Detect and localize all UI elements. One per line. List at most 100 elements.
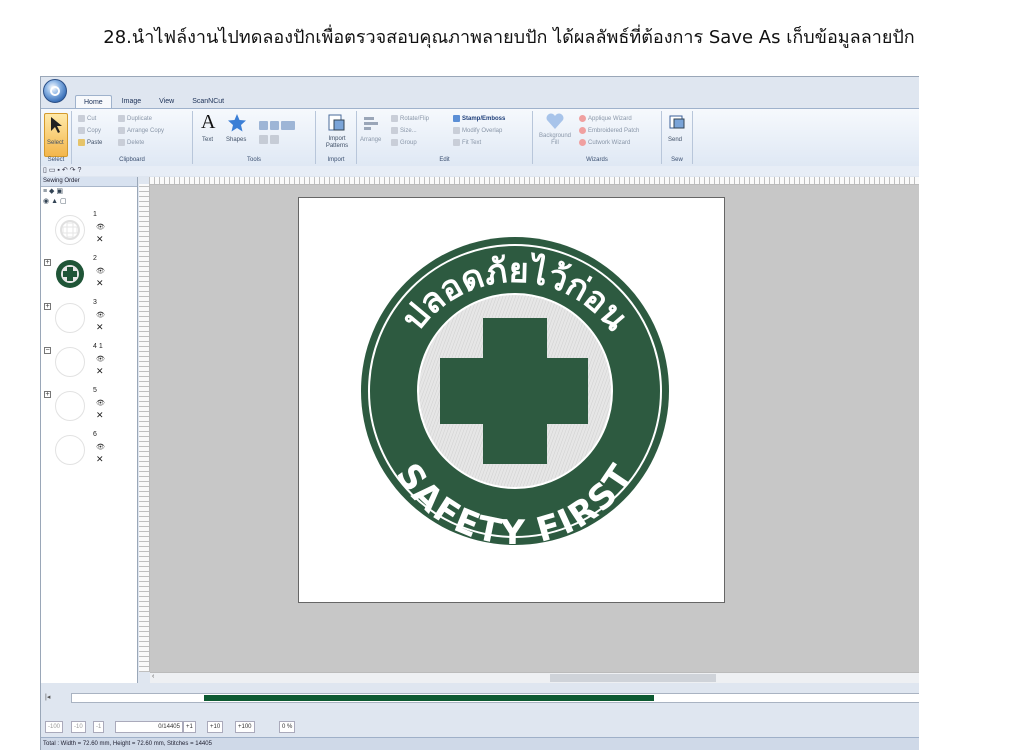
background-fill-icon[interactable] bbox=[545, 113, 565, 131]
applique-wizard-button[interactable]: Applique Wizard bbox=[579, 115, 632, 122]
import-group-label: Import bbox=[327, 157, 345, 163]
stitch-progress-track[interactable] bbox=[71, 693, 919, 703]
open-file-icon[interactable]: ▭ bbox=[49, 167, 56, 174]
thumbnail-5 bbox=[55, 391, 85, 421]
design-canvas-area[interactable]: ปลอดภัยไว้ก่อน SAFETY FIRST bbox=[150, 185, 919, 672]
tab-home[interactable]: Home bbox=[75, 95, 112, 109]
rotate-flip-button[interactable]: Rotate/Flip bbox=[391, 115, 429, 122]
cross-horizontal-bar bbox=[440, 358, 588, 424]
zoom-in-icon[interactable] bbox=[259, 121, 268, 131]
color-icon[interactable]: ◆ bbox=[49, 188, 54, 195]
visibility-eye-icon[interactable]: 👁 bbox=[96, 355, 105, 363]
visibility-eye-icon[interactable]: 👁 bbox=[96, 443, 105, 451]
delete-label: Delete bbox=[127, 140, 145, 147]
sewing-order-item-3[interactable]: + 3 👁 ✕ bbox=[41, 299, 137, 343]
arrange-icon[interactable] bbox=[363, 115, 379, 131]
expand-icon[interactable]: + bbox=[44, 259, 51, 266]
scroll-left-icon[interactable]: ‹ bbox=[152, 673, 154, 680]
import-patterns-icon[interactable] bbox=[326, 113, 346, 133]
zoom-out-icon[interactable] bbox=[270, 121, 279, 131]
send-label: Send bbox=[668, 137, 683, 143]
cutwork-wizard-button[interactable]: Cutwork Wizard bbox=[579, 139, 630, 146]
new-file-icon[interactable]: ▯ bbox=[43, 167, 47, 174]
fit-text-button[interactable]: Fit Text bbox=[453, 139, 481, 146]
arrange-copy-button[interactable]: Arrange Copy bbox=[118, 127, 164, 134]
sewing-order-item-1[interactable]: 1 👁 ✕ bbox=[41, 211, 137, 255]
modify-overlap-button[interactable]: Modify Overlap bbox=[453, 127, 502, 134]
delete-x-icon[interactable]: ✕ bbox=[96, 455, 104, 464]
cutwork-label: Cutwork Wizard bbox=[588, 140, 631, 147]
tab-image[interactable]: Image bbox=[114, 95, 149, 108]
wizards-group: Background Fill Applique Wizard Embroide… bbox=[533, 111, 662, 164]
delete-x-icon[interactable]: ✕ bbox=[96, 323, 104, 332]
frame-icon[interactable]: ▢ bbox=[60, 198, 67, 205]
thumbnail-1 bbox=[55, 215, 85, 245]
undo-icon[interactable]: ↶ bbox=[62, 167, 68, 174]
tab-scanncut[interactable]: ScanNCut bbox=[184, 95, 232, 108]
step-forward-10-button[interactable]: +10 bbox=[207, 721, 224, 733]
delete-x-icon[interactable]: ✕ bbox=[96, 235, 104, 244]
stitch-step-bar: -100 -10 -1 0/14405 +1 +10 +100 0 % bbox=[41, 717, 919, 735]
embroidered-patch-button[interactable]: Embroidered Patch bbox=[579, 127, 639, 134]
rotate-icon bbox=[391, 115, 398, 122]
delete-x-icon[interactable]: ✕ bbox=[96, 367, 104, 376]
step-forward-1-button[interactable]: +1 bbox=[183, 721, 196, 733]
text-tool-icon[interactable]: A bbox=[201, 111, 215, 134]
cut-button[interactable]: Cut bbox=[78, 115, 96, 122]
duplicate-button[interactable]: Duplicate bbox=[118, 115, 152, 122]
safety-first-patch[interactable]: ปลอดภัยไว้ก่อน SAFETY FIRST bbox=[299, 198, 724, 602]
help-icon[interactable]: ? bbox=[77, 167, 81, 174]
visibility-eye-icon[interactable]: 👁 bbox=[96, 311, 105, 319]
visibility-eye-icon[interactable]: 👁 bbox=[96, 267, 105, 275]
step-back-1-button[interactable]: -1 bbox=[93, 721, 105, 733]
sewing-order-item-5[interactable]: + 5 👁 ✕ bbox=[41, 387, 137, 431]
order-number: 3 bbox=[93, 299, 97, 306]
go-to-start-icon[interactable]: |◂ bbox=[45, 693, 55, 703]
expand-icon[interactable]: + bbox=[44, 303, 51, 310]
paste-button[interactable]: Paste bbox=[78, 139, 102, 146]
application-menu-button[interactable] bbox=[43, 79, 67, 103]
order-number: 2 bbox=[93, 255, 97, 262]
copy-button[interactable]: Copy bbox=[78, 127, 101, 134]
shapes-icon[interactable] bbox=[227, 113, 247, 133]
step-forward-100-button[interactable]: +100 bbox=[235, 721, 255, 733]
delete-x-icon[interactable]: ✕ bbox=[96, 411, 104, 420]
stamp-emboss-label: Stamp/Emboss bbox=[462, 116, 506, 123]
expand-icon[interactable]: + bbox=[44, 391, 51, 398]
select-group: Select Select bbox=[41, 111, 72, 164]
save-icon[interactable]: ▪ bbox=[57, 167, 59, 174]
visibility-eye-icon[interactable]: 👁 bbox=[96, 223, 105, 231]
step-back-10-button[interactable]: -10 bbox=[71, 721, 86, 733]
status-bar: Total : Width = 72.60 mm, Height = 72.60… bbox=[41, 737, 919, 750]
speed-select[interactable]: 0 % bbox=[279, 721, 296, 733]
zoom-fit-icon[interactable] bbox=[281, 121, 295, 131]
sewing-order-title: Sewing Order bbox=[41, 177, 137, 187]
tab-view[interactable]: View bbox=[151, 95, 182, 108]
sewing-order-item-4[interactable]: − 4 1 👁 ✕ bbox=[41, 343, 137, 387]
sort-icon[interactable]: ≡ bbox=[43, 188, 47, 195]
sewing-order-item-6[interactable]: 6 👁 ✕ bbox=[41, 431, 137, 475]
redo-icon[interactable]: ↷ bbox=[70, 167, 76, 174]
measure-icon[interactable] bbox=[270, 135, 279, 145]
eye-icon[interactable]: ◉ bbox=[43, 198, 49, 205]
size-button[interactable]: Size... bbox=[391, 127, 417, 134]
scrollbar-thumb[interactable] bbox=[550, 674, 716, 682]
clipboard-icon bbox=[78, 139, 85, 146]
sewing-order-item-2[interactable]: + 2 👁 ✕ bbox=[41, 255, 137, 299]
step-back-100-button[interactable]: -100 bbox=[45, 721, 64, 733]
delete-x-icon[interactable]: ✕ bbox=[96, 279, 104, 288]
stitch-counter[interactable]: 0/14405 bbox=[115, 721, 183, 733]
hand-icon[interactable] bbox=[259, 135, 268, 145]
send-icon[interactable] bbox=[668, 113, 686, 131]
group-button[interactable]: Group bbox=[391, 139, 417, 146]
horizontal-scrollbar[interactable]: ‹ bbox=[150, 672, 919, 683]
lock-icon[interactable]: ▲ bbox=[51, 198, 58, 205]
delete-button[interactable]: Delete bbox=[118, 139, 144, 146]
design-page[interactable]: ปลอดภัยไว้ก่อน SAFETY FIRST bbox=[298, 197, 725, 603]
collapse-icon[interactable]: − bbox=[44, 347, 51, 354]
stamp-emboss-button[interactable]: Stamp/Emboss bbox=[453, 115, 505, 122]
select-button[interactable]: Select bbox=[44, 113, 68, 157]
grid-view-icon[interactable]: ▣ bbox=[56, 188, 63, 195]
quick-access-toolbar: ▯ ▭ ▪ ↶ ↷ ? bbox=[41, 166, 919, 176]
visibility-eye-icon[interactable]: 👁 bbox=[96, 399, 105, 407]
